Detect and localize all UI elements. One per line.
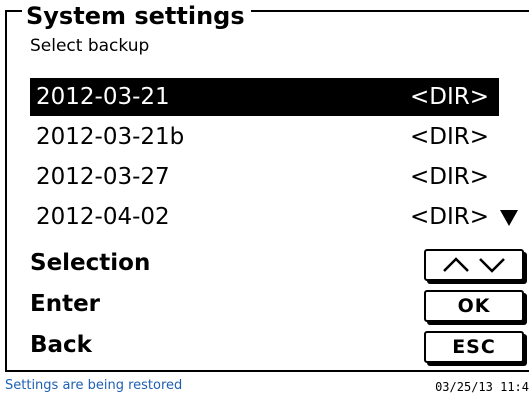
backup-type: <DIR> [409, 84, 489, 110]
backup-date: 2012-03-21b [36, 124, 185, 150]
page-subtitle: Select backup [30, 36, 150, 56]
selection-updown-button[interactable] [424, 249, 524, 281]
backup-row-selected[interactable]: 2012-03-21 <DIR> [30, 78, 499, 116]
enter-label: Enter [30, 291, 101, 317]
back-label: Back [30, 332, 92, 358]
backup-row[interactable]: 2012-04-02 <DIR> [30, 198, 499, 236]
selection-label: Selection [30, 250, 151, 276]
ok-button[interactable]: OK [424, 290, 524, 322]
backup-date: 2012-03-27 [36, 164, 170, 190]
backup-date: 2012-04-02 [36, 204, 170, 230]
status-datetime: 03/25/13 11:4 [435, 380, 529, 394]
backup-row[interactable]: 2012-03-27 <DIR> [30, 158, 499, 196]
frame-bottom-border [5, 370, 529, 372]
page-title: System settings [22, 0, 251, 32]
backup-type: <DIR> [409, 124, 489, 150]
backup-date: 2012-03-21 [36, 84, 170, 110]
frame-left-border [5, 10, 7, 372]
status-message: Settings are being restored [5, 378, 183, 393]
backup-row[interactable]: 2012-03-21b <DIR> [30, 118, 499, 156]
backup-type: <DIR> [409, 164, 489, 190]
esc-button[interactable]: ESC [424, 331, 524, 363]
backup-type: <DIR> [409, 204, 489, 230]
scroll-down-icon[interactable] [500, 210, 518, 226]
arrow-up-down-icon [443, 257, 505, 273]
